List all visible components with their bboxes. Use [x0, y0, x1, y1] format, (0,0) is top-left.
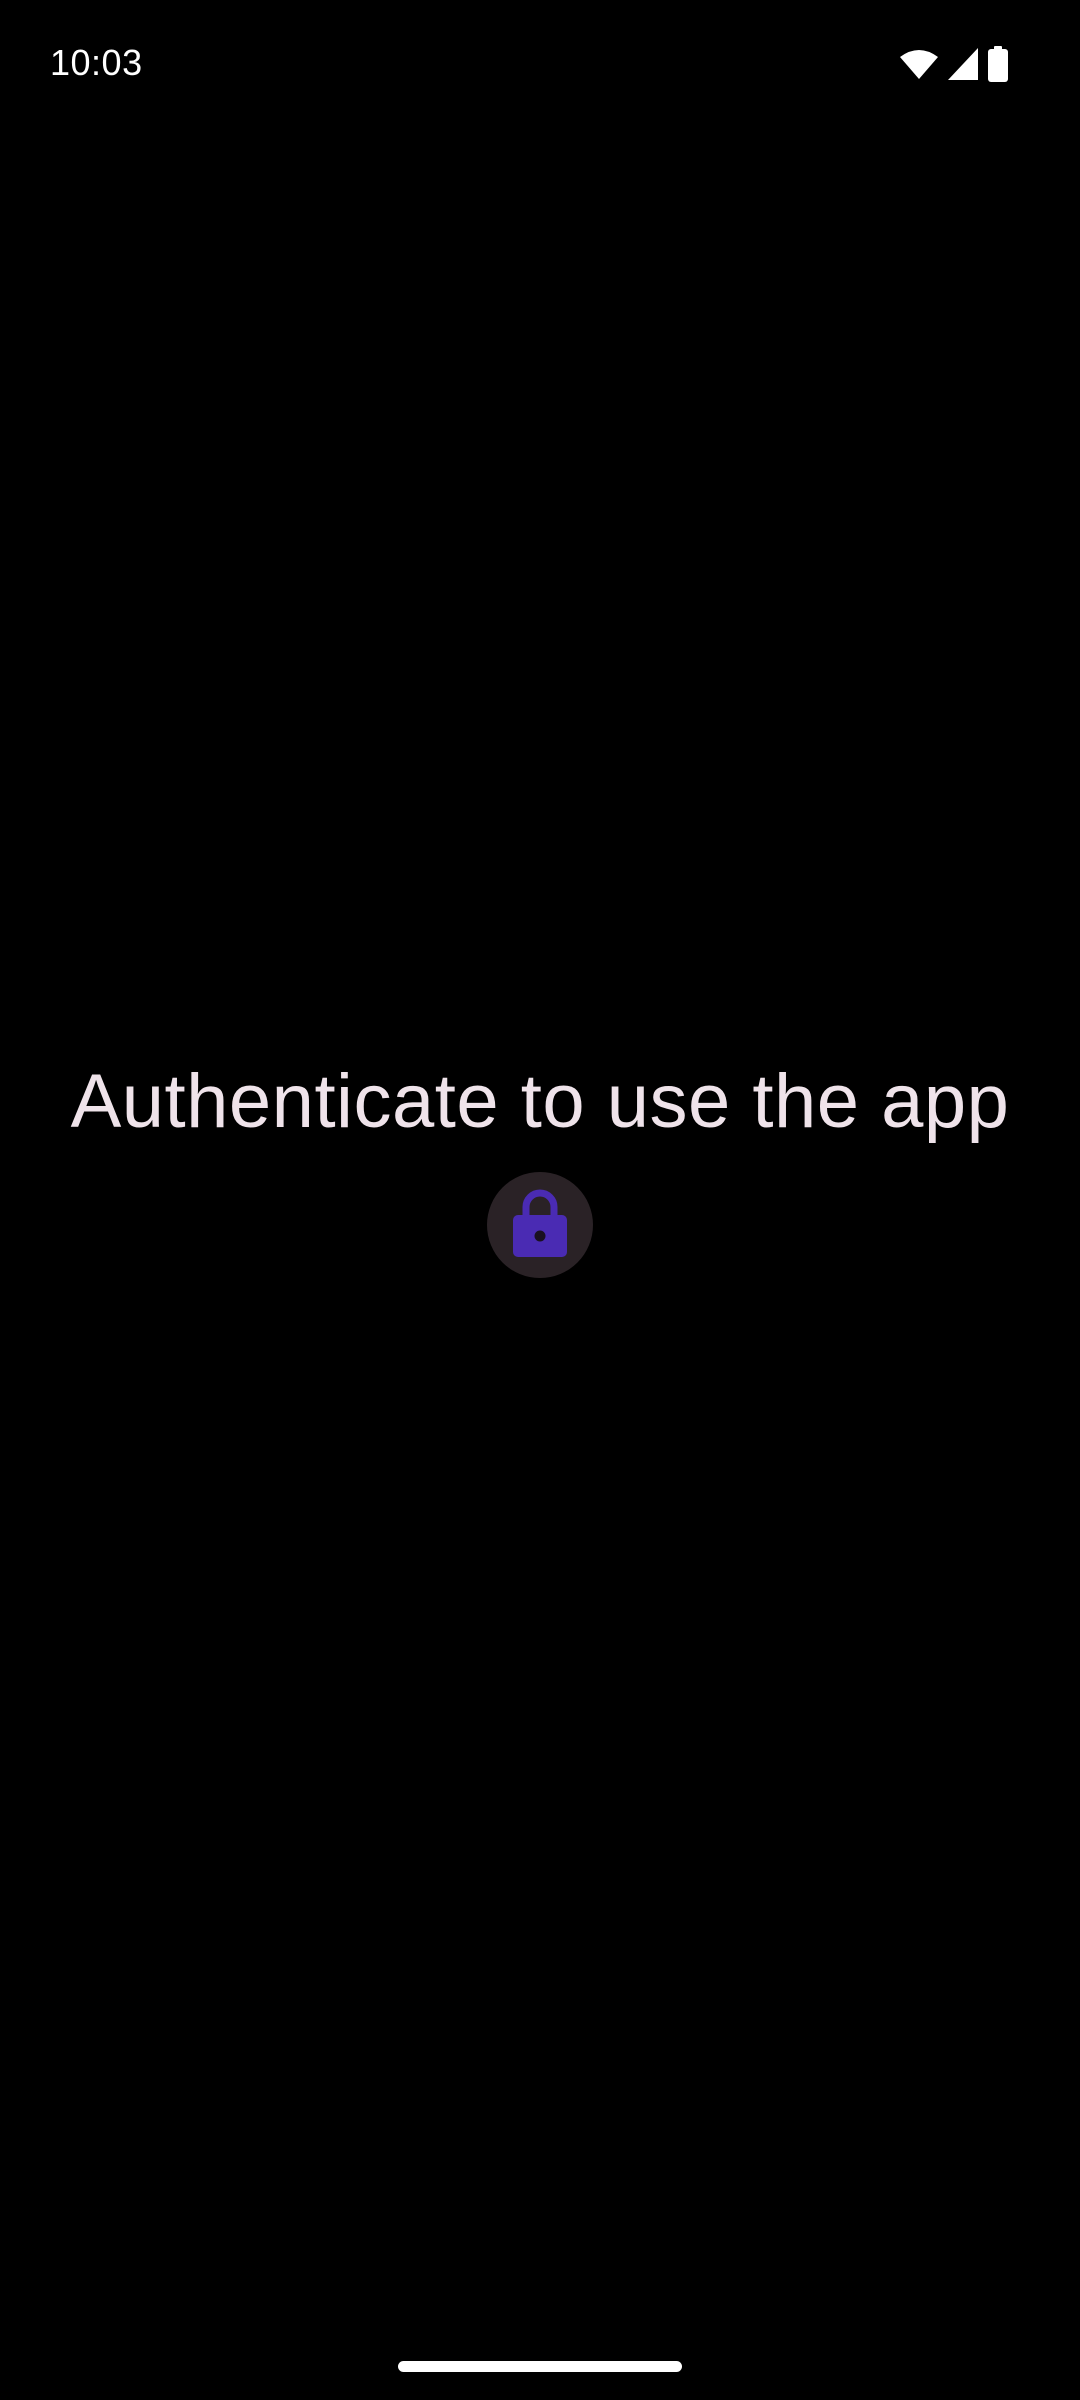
battery-icon	[988, 46, 1008, 82]
status-time: 10:03	[50, 42, 143, 83]
status-bar: 10:03	[0, 0, 1080, 128]
status-icons	[900, 46, 1008, 82]
auth-title: Authenticate to use the app	[70, 1059, 1010, 1144]
lock-screen: 10:03 Authenticate to use the app	[0, 0, 1080, 2400]
home-indicator[interactable]	[398, 2361, 682, 2372]
unlock-button[interactable]	[487, 1172, 593, 1278]
wifi-icon	[900, 49, 938, 79]
cell-signal-icon	[948, 48, 978, 80]
lock-icon	[511, 1187, 569, 1264]
